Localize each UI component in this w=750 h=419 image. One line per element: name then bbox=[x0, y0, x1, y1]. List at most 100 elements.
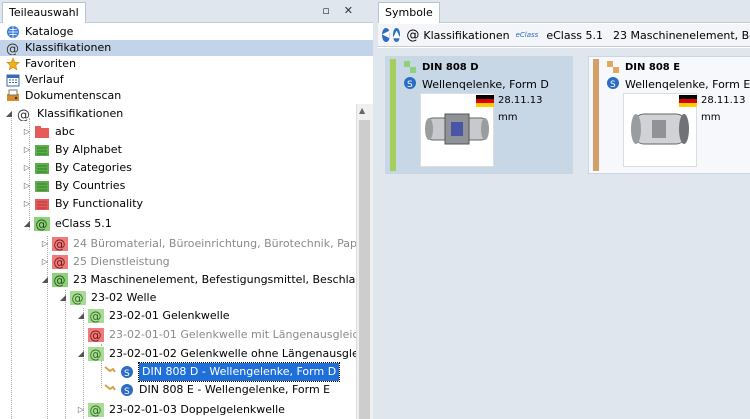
scan-icon bbox=[7, 89, 19, 101]
tree-label: DIN 808 D - Wellengelenke, Form D bbox=[137, 362, 341, 382]
collapse-arrow-icon[interactable]: ◢ bbox=[4, 105, 14, 123]
at-green-icon: @ bbox=[88, 403, 104, 417]
nav-label: Klassifikationen bbox=[25, 41, 112, 54]
expand-arrow-icon[interactable]: ▷ bbox=[22, 123, 32, 141]
nav-item-favoriten[interactable]: Favoriten bbox=[0, 56, 373, 72]
tree-node-23-02-01-02[interactable]: ◢ @ 23-02-01-02 Gelenkwelle ohne Längena… bbox=[76, 345, 356, 363]
status-bar bbox=[593, 59, 599, 171]
tree-guide-line bbox=[11, 118, 12, 419]
tab-symbole[interactable]: Symbole bbox=[378, 2, 440, 23]
tree-label: 23-02-01-02 Gelenkwelle ohne Längenausgl… bbox=[109, 347, 356, 360]
tree-node-25-dienstleistung[interactable]: ▷ @ 25 Dienstleistung bbox=[40, 253, 170, 271]
svg-text:@: @ bbox=[36, 218, 48, 232]
panel-window-buttons: ▫✕ bbox=[322, 4, 367, 17]
parts-selection-panel: Teileauswahl ▫✕ Kataloge @ Klassifikatio… bbox=[0, 0, 374, 419]
expand-arrow-icon[interactable]: ▷ bbox=[22, 141, 32, 159]
tree-node-24-bueromaterial[interactable]: ▷ @ 24 Büromaterial, Büroeinrichtung, Bü… bbox=[40, 235, 356, 253]
svg-text:S: S bbox=[610, 80, 616, 90]
tree-node-23-02-01-01[interactable]: @ 23-02-01-01 Gelenkwelle mit Längenausg… bbox=[88, 326, 356, 344]
svg-text:@: @ bbox=[90, 404, 102, 418]
tree-node-by-functionality[interactable]: ▷ By Functionality bbox=[22, 195, 143, 213]
at-icon: @ bbox=[17, 108, 30, 121]
tree-node-by-countries[interactable]: ▷ By Countries bbox=[22, 177, 125, 195]
breadcrumb-klassifikationen[interactable]: Klassifikationen bbox=[423, 29, 509, 42]
close-icon[interactable]: ✕ bbox=[344, 4, 367, 17]
tree-node-23-02-welle[interactable]: ◢ @ 23-02 Welle bbox=[58, 289, 156, 307]
svg-text:@: @ bbox=[72, 292, 84, 306]
scrollbar-thumb[interactable] bbox=[359, 120, 370, 419]
card-unit: mm bbox=[701, 112, 721, 123]
tree-label: abc bbox=[55, 125, 75, 138]
expand-arrow-icon[interactable]: ▷ bbox=[22, 177, 32, 195]
svg-text:@: @ bbox=[54, 274, 66, 288]
nav-label: Kataloge bbox=[25, 25, 74, 38]
card-subtitle: Wellenqelenke, Form D bbox=[422, 78, 549, 91]
at-green-icon: @ bbox=[88, 347, 104, 361]
tree-label: By Alphabet bbox=[55, 143, 122, 156]
card-date: 28.11.13 bbox=[701, 95, 746, 106]
breadcrumb: ◀ ▲ @ Klassifikationen eClass eClass 5.1… bbox=[378, 24, 750, 47]
svg-text:@: @ bbox=[54, 238, 66, 252]
at-green-icon: @ bbox=[70, 291, 86, 305]
at-green-icon: @ bbox=[52, 273, 68, 287]
globe-icon bbox=[7, 26, 19, 38]
nav-item-verlauf[interactable]: Verlauf bbox=[0, 72, 373, 88]
tree-label: 25 Dienstleistung bbox=[73, 255, 170, 268]
tree-label: 24 Büromaterial, Büroeinrichtung, Bürote… bbox=[73, 237, 356, 250]
scroll-up-arrow-icon[interactable]: ▲ bbox=[359, 106, 365, 115]
tree-node-23-02-01-gelenkwelle[interactable]: ◢ @ 23-02-01 Gelenkwelle bbox=[76, 307, 230, 325]
card-title: DIN 808 D bbox=[422, 62, 479, 73]
expand-arrow-icon[interactable]: ▷ bbox=[40, 235, 50, 253]
linked-part-icon bbox=[404, 61, 416, 73]
german-flag-icon bbox=[476, 95, 494, 107]
standard-part-icon: S bbox=[607, 77, 619, 90]
tree-node-klassifikationen[interactable]: ◢ @ Klassifikationen bbox=[4, 105, 123, 123]
collapse-arrow-icon[interactable]: ◢ bbox=[40, 271, 50, 289]
tree-node-by-alphabet[interactable]: ▷ By Alphabet bbox=[22, 141, 122, 159]
tree-node-by-categories[interactable]: ▷ By Categories bbox=[22, 159, 132, 177]
class-green-icon bbox=[35, 181, 49, 192]
collapse-arrow-icon[interactable]: ◢ bbox=[76, 307, 86, 325]
nav-item-klassifikationen[interactable]: @ Klassifikationen bbox=[0, 40, 373, 56]
tree-label: 23-02-01 Gelenkwelle bbox=[109, 309, 230, 322]
tree-label: 23-02-01-03 Doppelgelenkwelle bbox=[109, 403, 285, 416]
tree-label: eClass 5.1 bbox=[55, 217, 112, 230]
svg-text:@: @ bbox=[17, 108, 30, 121]
expand-arrow-icon[interactable]: ▷ bbox=[22, 195, 32, 213]
class-green-icon bbox=[35, 145, 49, 156]
classification-tree: ◢ @ Klassifikationen ▷ abc ▷ By Alphabet… bbox=[0, 104, 356, 419]
part-card-din-808-e[interactable]: S DIN 808 E Wellenqelenke, Form E 28.11.… bbox=[588, 56, 750, 174]
expand-arrow-icon[interactable]: ▷ bbox=[22, 159, 32, 177]
tree-node-23-02-01-03[interactable]: ▷ @ 23-02-01-03 Doppelgelenkwelle bbox=[76, 401, 285, 419]
expand-arrow-icon[interactable]: ▷ bbox=[76, 401, 86, 419]
tree-label: Klassifikationen bbox=[37, 107, 124, 120]
tree-node-din-808-e[interactable]: S DIN 808 E - Wellengelenke, Form E bbox=[104, 381, 330, 399]
breadcrumb-eclass[interactable]: eClass 5.1 bbox=[546, 29, 603, 42]
tree-node-abc[interactable]: ▷ abc bbox=[22, 123, 75, 141]
back-icon[interactable]: ◀ bbox=[382, 28, 390, 42]
collapse-arrow-icon[interactable]: ◢ bbox=[58, 289, 68, 307]
nav-item-kataloge[interactable]: Kataloge bbox=[0, 24, 373, 40]
svg-text:@: @ bbox=[90, 310, 102, 324]
at-green-icon: @ bbox=[34, 217, 50, 231]
breadcrumb-maschinenelement[interactable]: 23 Maschinenelement, Befesti bbox=[613, 29, 750, 42]
collapse-arrow-icon[interactable]: ◢ bbox=[76, 345, 86, 363]
part-icon: S bbox=[104, 366, 133, 379]
tree-label: By Categories bbox=[55, 161, 132, 174]
tab-teileauswahl[interactable]: Teileauswahl bbox=[2, 2, 86, 23]
nav-item-dokumentenscan[interactable]: Dokumentenscan bbox=[0, 88, 373, 104]
restore-icon[interactable]: ▫ bbox=[322, 4, 343, 17]
at-red-icon: @ bbox=[52, 237, 68, 251]
tree-node-din-808-d[interactable]: S DIN 808 D - Wellengelenke, Form D bbox=[104, 362, 341, 382]
up-icon[interactable]: ▲ bbox=[392, 28, 401, 42]
part-card-din-808-d[interactable]: S DIN 808 D Wellenqelenke, Form D 28.11.… bbox=[385, 56, 573, 174]
card-date: 28.11.13 bbox=[498, 95, 543, 106]
tree-node-eclass[interactable]: ◢ @ eClass 5.1 bbox=[22, 215, 112, 233]
class-red-icon bbox=[35, 126, 49, 138]
tree-label: 23-02 Welle bbox=[91, 291, 157, 304]
svg-text:@: @ bbox=[90, 329, 102, 343]
collapse-arrow-icon[interactable]: ◢ bbox=[22, 215, 32, 233]
linked-part-icon bbox=[607, 61, 619, 73]
expand-arrow-icon[interactable]: ▷ bbox=[40, 253, 50, 271]
tree-node-23-maschinenelement[interactable]: ◢ @ 23 Maschinenelement, Befestigungsmit… bbox=[40, 271, 356, 289]
